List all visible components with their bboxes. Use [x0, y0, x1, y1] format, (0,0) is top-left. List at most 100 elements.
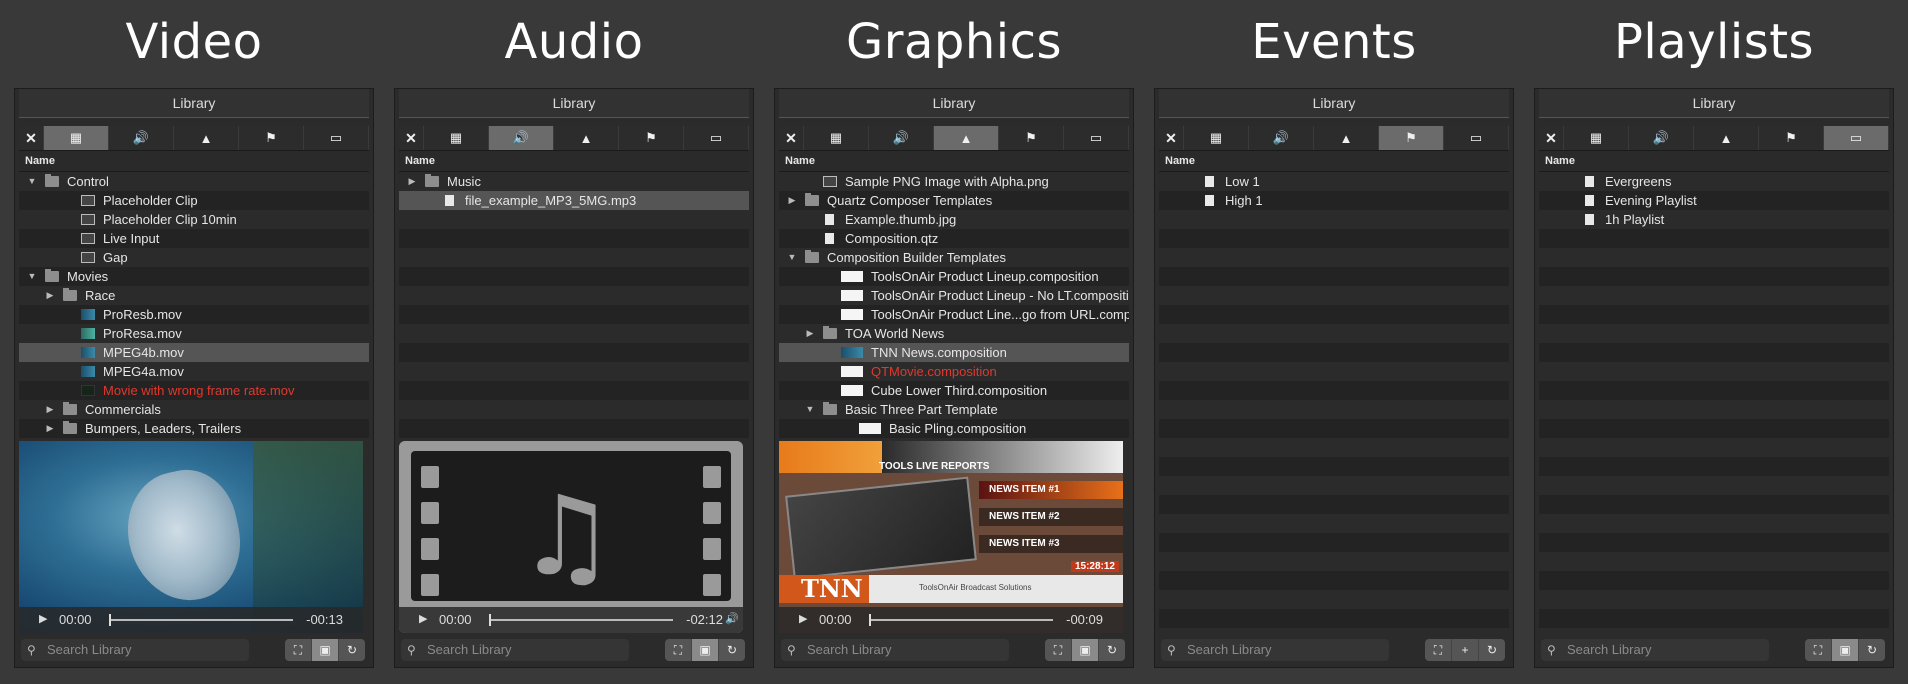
list-item[interactable]: ▶ Commercials	[19, 400, 369, 419]
list-item[interactable]: Low 1	[1159, 172, 1509, 191]
play-button[interactable]: ▶	[39, 612, 47, 625]
film-icon[interactable]: ▦	[44, 126, 109, 150]
list-item[interactable]: Sample PNG Image with Alpha.png	[779, 172, 1129, 191]
list-item[interactable]: Cube Lower Third.composition	[779, 381, 1129, 400]
list-item[interactable]: Basic Pling.composition	[779, 419, 1129, 438]
disclosure-closed-icon[interactable]: ▶	[45, 419, 55, 438]
film-icon[interactable]: ▦	[424, 126, 489, 150]
preview-button[interactable]: ▣	[312, 639, 339, 661]
speaker-icon[interactable]: 🔊	[1249, 126, 1314, 150]
window-icon[interactable]: ▭	[1064, 126, 1129, 150]
window-icon[interactable]: ▭	[1444, 126, 1509, 150]
speaker-icon[interactable]: 🔊	[869, 126, 934, 150]
list-item[interactable]: Evening Playlist	[1539, 191, 1889, 210]
refresh-button[interactable]: ↻	[1859, 639, 1885, 661]
mountain-icon[interactable]: ▲	[934, 126, 999, 150]
list-item[interactable]: ▶ Music	[399, 172, 749, 191]
list-item[interactable]: MPEG4b.mov	[19, 343, 369, 362]
list-item[interactable]: Live Input	[19, 229, 369, 248]
play-button[interactable]: ▶	[799, 612, 807, 625]
list-item[interactable]: ToolsOnAir Product Lineup.composition	[779, 267, 1129, 286]
disclosure-open-icon[interactable]: ▼	[787, 248, 797, 267]
scrubber[interactable]	[869, 614, 1053, 626]
disclosure-closed-icon[interactable]: ▶	[407, 172, 417, 191]
name-column-header[interactable]: Name	[19, 151, 369, 172]
fullscreen-button[interactable]: ⛶	[1425, 639, 1452, 661]
disclosure-open-icon[interactable]: ▼	[27, 267, 37, 286]
fullscreen-button[interactable]: ⛶	[1045, 639, 1072, 661]
refresh-button[interactable]: ↻	[719, 639, 745, 661]
list-item[interactable]: ▶ Race	[19, 286, 369, 305]
list-item[interactable]: Placeholder Clip	[19, 191, 369, 210]
name-column-header[interactable]: Name	[399, 151, 749, 172]
film-icon[interactable]: ▦	[804, 126, 869, 150]
search-input[interactable]: ⚲ Search Library	[401, 639, 629, 661]
add-button[interactable]: +	[1452, 639, 1479, 661]
fullscreen-button[interactable]: ⛶	[1805, 639, 1832, 661]
list-item[interactable]: Movie with wrong frame rate.mov	[19, 381, 369, 400]
close-icon[interactable]: ✕	[399, 126, 424, 150]
list-item[interactable]: ▼ Control	[19, 172, 369, 191]
list-item[interactable]: file_example_MP3_5MG.mp3	[399, 191, 749, 210]
list-item[interactable]: ▶ TOA World News	[779, 324, 1129, 343]
scrubber[interactable]	[109, 614, 293, 626]
mountain-icon[interactable]: ▲	[174, 126, 239, 150]
mountain-icon[interactable]: ▲	[1694, 126, 1759, 150]
list-item[interactable]: ▼ Basic Three Part Template	[779, 400, 1129, 419]
list-item[interactable]: ▼ Composition Builder Templates	[779, 248, 1129, 267]
close-icon[interactable]: ✕	[1159, 126, 1184, 150]
refresh-button[interactable]: ↻	[339, 639, 365, 661]
search-input[interactable]: ⚲ Search Library	[1161, 639, 1389, 661]
speaker-icon[interactable]: 🔊	[489, 126, 554, 150]
name-column-header[interactable]: Name	[1159, 151, 1509, 172]
flag-icon[interactable]: ⚑	[239, 126, 304, 150]
list-item[interactable]: Composition.qtz	[779, 229, 1129, 248]
refresh-button[interactable]: ↻	[1099, 639, 1125, 661]
film-icon[interactable]: ▦	[1184, 126, 1249, 150]
list-item[interactable]: TNN News.composition	[779, 343, 1129, 362]
list-item[interactable]: ProResb.mov	[19, 305, 369, 324]
window-icon[interactable]: ▭	[684, 126, 749, 150]
play-button[interactable]: ▶	[419, 612, 427, 625]
fullscreen-button[interactable]: ⛶	[665, 639, 692, 661]
list-item[interactable]: ToolsOnAir Product Lineup - No LT.compos…	[779, 286, 1129, 305]
close-icon[interactable]: ✕	[1539, 126, 1564, 150]
name-column-header[interactable]: Name	[1539, 151, 1889, 172]
list-item[interactable]: Evergreens	[1539, 172, 1889, 191]
list-item[interactable]: 1h Playlist	[1539, 210, 1889, 229]
list-item[interactable]: ▶ Quartz Composer Templates	[779, 191, 1129, 210]
refresh-button[interactable]: ↻	[1479, 639, 1505, 661]
list-item[interactable]: MPEG4a.mov	[19, 362, 369, 381]
flag-icon[interactable]: ⚑	[1759, 126, 1824, 150]
window-icon[interactable]: ▭	[304, 126, 369, 150]
preview-button[interactable]: ▣	[692, 639, 719, 661]
search-input[interactable]: ⚲ Search Library	[21, 639, 249, 661]
speaker-icon[interactable]: 🔊	[109, 126, 174, 150]
name-column-header[interactable]: Name	[779, 151, 1129, 172]
film-icon[interactable]: ▦	[1564, 126, 1629, 150]
disclosure-open-icon[interactable]: ▼	[27, 172, 37, 191]
disclosure-closed-icon[interactable]: ▶	[45, 286, 55, 305]
preview-button[interactable]: ▣	[1072, 639, 1099, 661]
flag-icon[interactable]: ⚑	[1379, 126, 1444, 150]
list-item[interactable]: Gap	[19, 248, 369, 267]
disclosure-closed-icon[interactable]: ▶	[805, 324, 815, 343]
fullscreen-button[interactable]: ⛶	[285, 639, 312, 661]
flag-icon[interactable]: ⚑	[999, 126, 1064, 150]
volume-icon[interactable]: 🔊	[725, 612, 739, 625]
close-icon[interactable]: ✕	[19, 126, 44, 150]
disclosure-closed-icon[interactable]: ▶	[45, 400, 55, 419]
preview-button[interactable]: ▣	[1832, 639, 1859, 661]
list-item[interactable]: High 1	[1159, 191, 1509, 210]
scrubber[interactable]	[489, 614, 673, 626]
flag-icon[interactable]: ⚑	[619, 126, 684, 150]
list-item[interactable]: ToolsOnAir Product Line...go from URL.co…	[779, 305, 1129, 324]
list-item[interactable]: ▼ Movies	[19, 267, 369, 286]
disclosure-open-icon[interactable]: ▼	[805, 400, 815, 419]
list-item[interactable]: Placeholder Clip 10min	[19, 210, 369, 229]
list-item[interactable]: ▶ Bumpers, Leaders, Trailers	[19, 419, 369, 438]
window-icon[interactable]: ▭	[1824, 126, 1889, 150]
speaker-icon[interactable]: 🔊	[1629, 126, 1694, 150]
disclosure-closed-icon[interactable]: ▶	[787, 191, 797, 210]
list-item[interactable]: QTMovie.composition	[779, 362, 1129, 381]
